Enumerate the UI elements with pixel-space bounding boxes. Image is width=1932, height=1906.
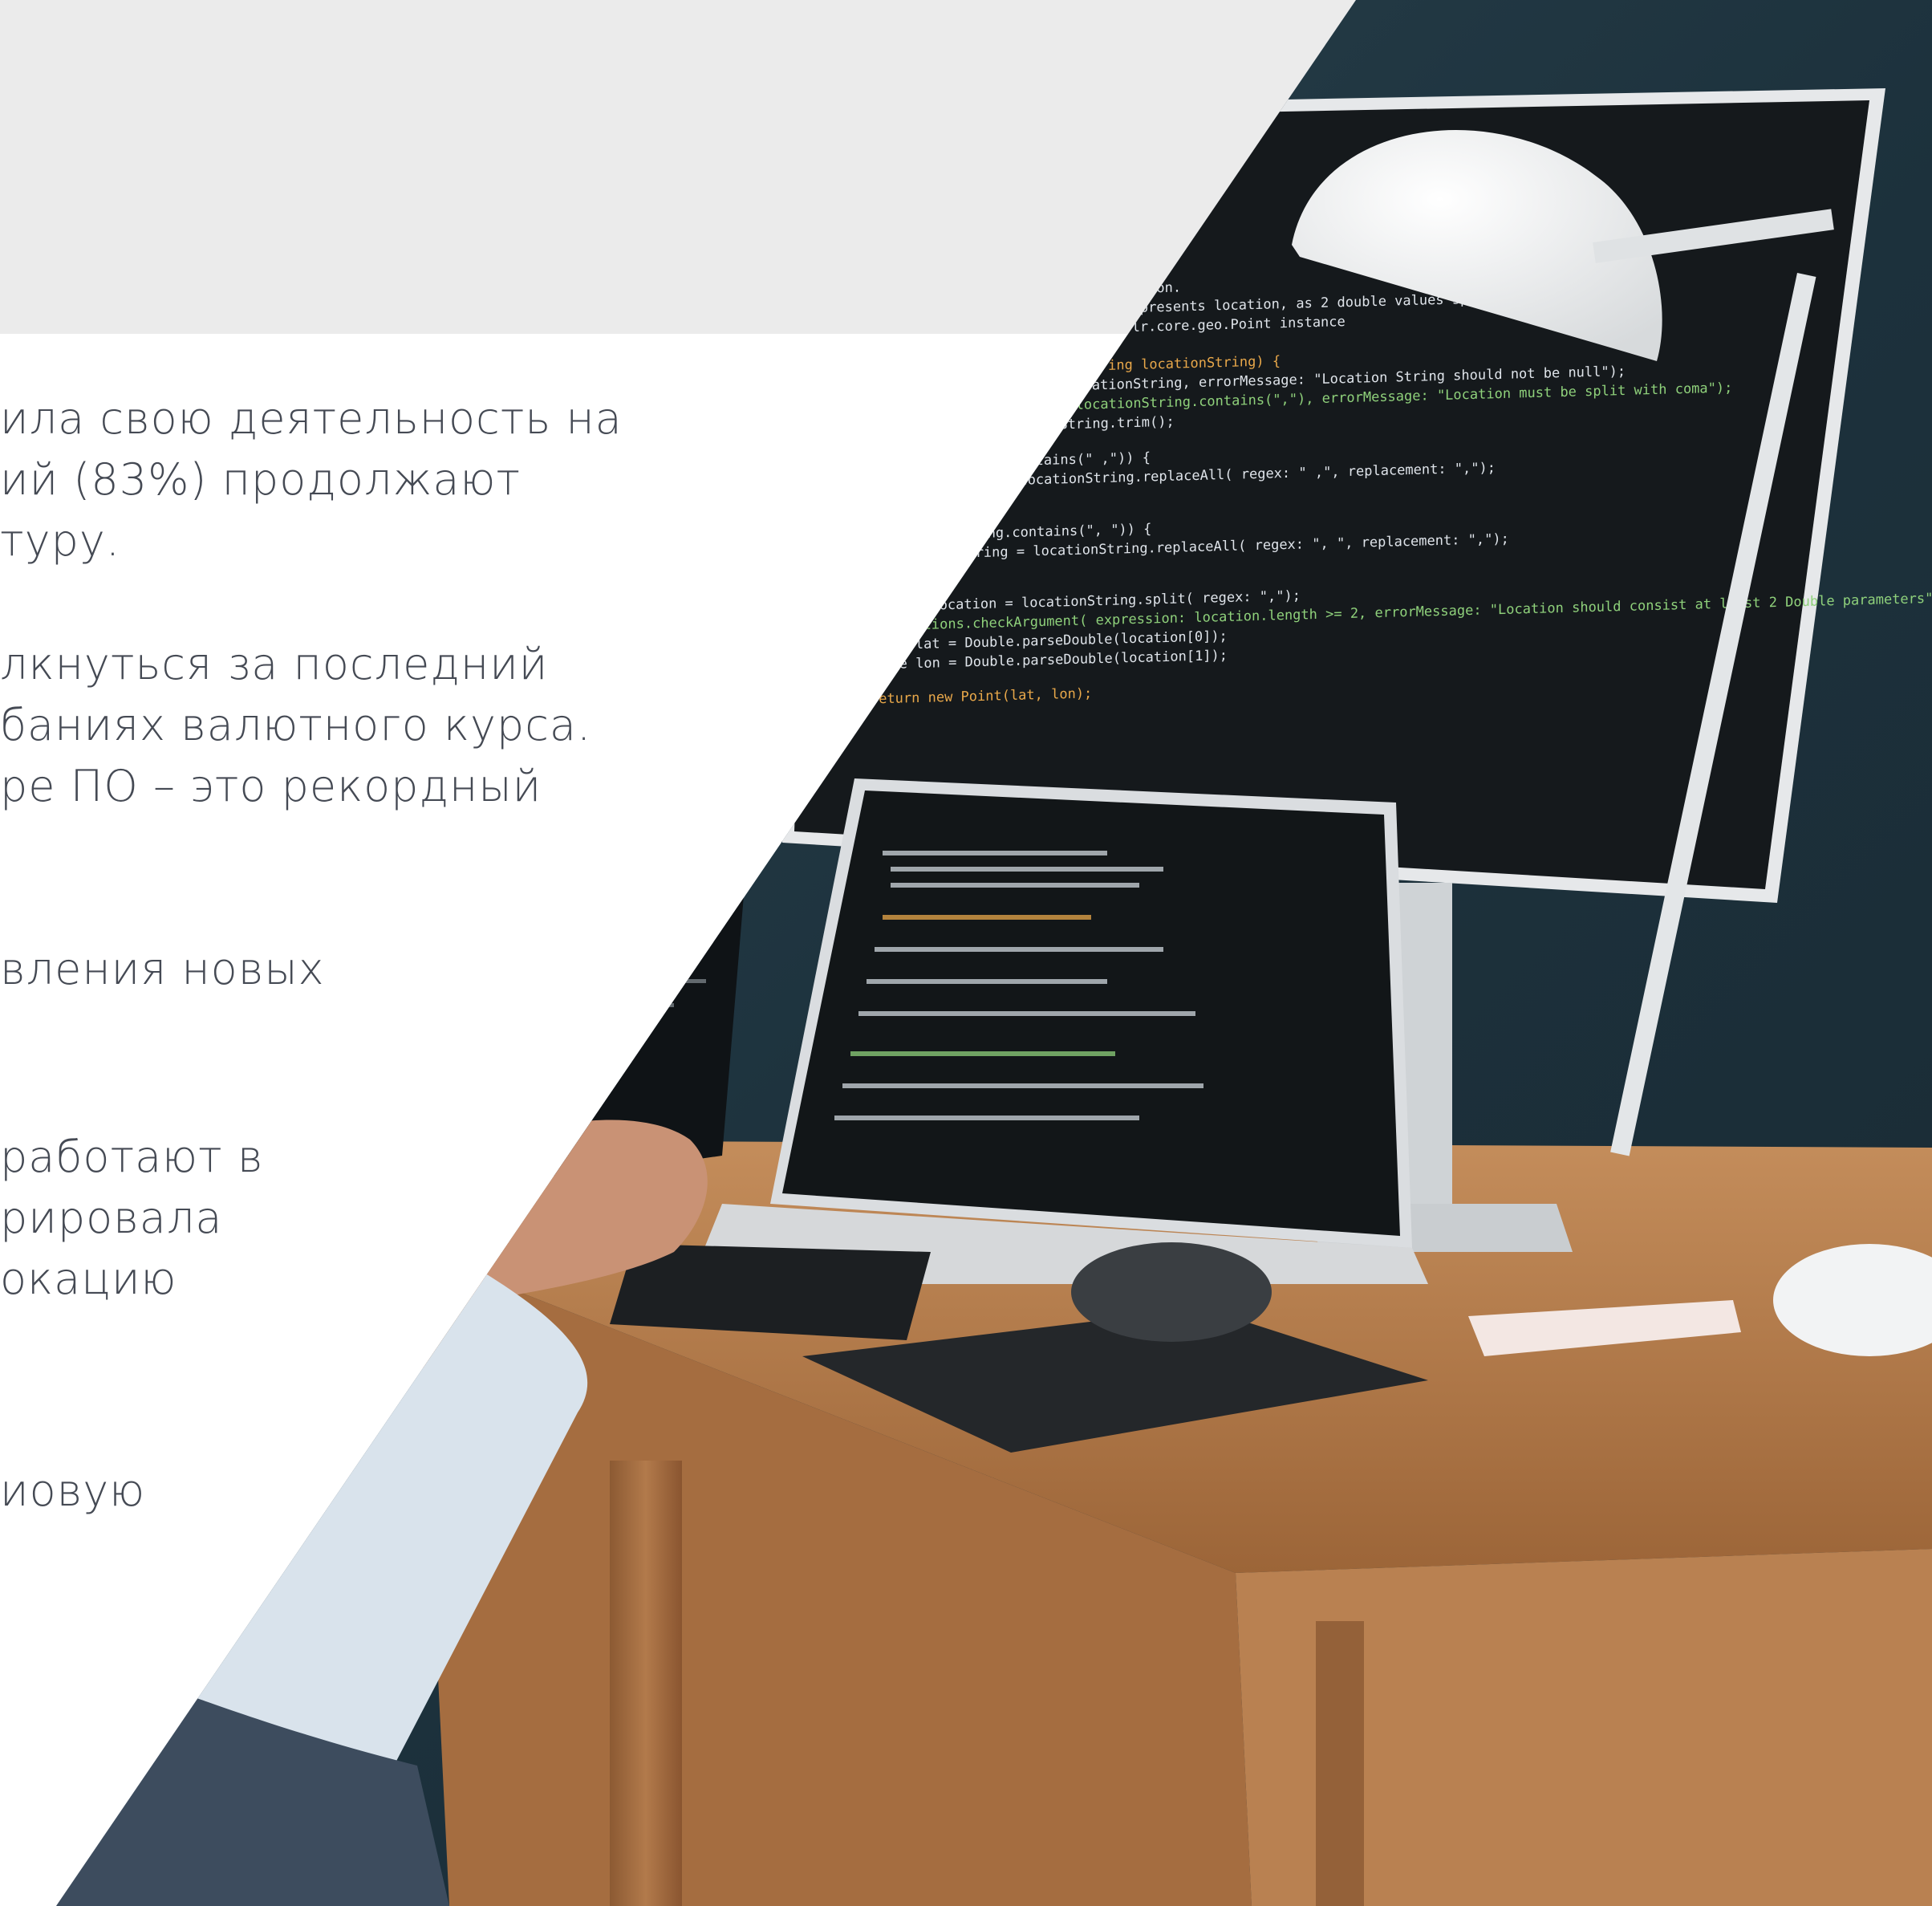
laptop-code-line — [850, 1051, 1115, 1056]
screen-line-deco — [610, 931, 698, 935]
screen-line-deco — [610, 979, 706, 983]
desk-panel-shadow — [1316, 1621, 1364, 1906]
laptop-code-line — [883, 851, 1107, 855]
code-line: entation. — [1107, 279, 1181, 297]
screen-line-deco — [610, 955, 682, 959]
mouse — [1071, 1242, 1272, 1342]
laptop-code-line — [891, 883, 1139, 888]
workspace-photo: entation. t represents location, as 2 do… — [56, 0, 1932, 1906]
laptop-code-line — [834, 1116, 1139, 1120]
screen-line-deco — [610, 1003, 674, 1007]
laptop-code-line — [875, 947, 1163, 952]
laptop-code-line — [867, 979, 1107, 984]
laptop-code-line — [858, 1011, 1195, 1016]
laptop-code-line — [842, 1083, 1203, 1088]
laptop-code-line — [883, 915, 1091, 920]
desk-leg — [610, 1461, 682, 1906]
laptop-code-line — [891, 867, 1163, 872]
